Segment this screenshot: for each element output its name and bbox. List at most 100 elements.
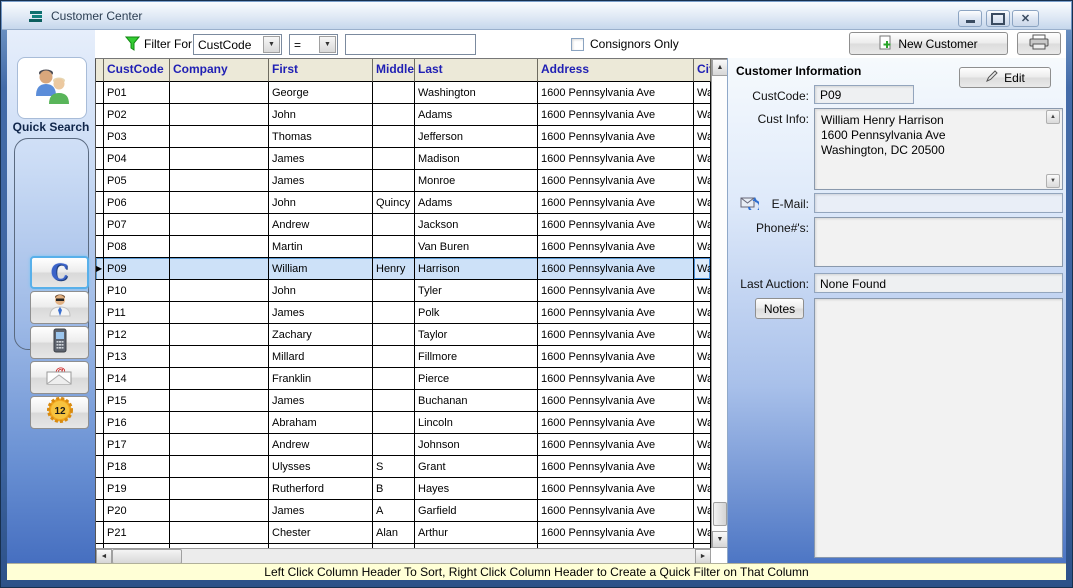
minimize-button[interactable] bbox=[958, 10, 982, 27]
cell-address: 1600 Pennsylvania Ave bbox=[538, 82, 694, 104]
notes-button[interactable]: Notes bbox=[755, 298, 804, 319]
quick-search-email-button[interactable]: @ bbox=[30, 361, 89, 394]
email-field[interactable] bbox=[814, 193, 1063, 213]
horizontal-scrollbar[interactable] bbox=[96, 548, 711, 564]
cell-company bbox=[170, 390, 269, 412]
filter-value-input[interactable] bbox=[345, 34, 476, 55]
table-row-p18[interactable]: P18UlyssesSGrant1600 Pennsylvania AveWas bbox=[96, 456, 727, 478]
row-selector-cell bbox=[96, 126, 104, 148]
table-row-p01[interactable]: P01GeorgeWashington1600 Pennsylvania Ave… bbox=[96, 82, 727, 104]
panel-title: Customer Information bbox=[736, 64, 861, 78]
vertical-scrollbar[interactable] bbox=[711, 59, 728, 548]
custcode-field[interactable]: P09 bbox=[814, 85, 914, 104]
cell-address: 1600 Pennsylvania Ave bbox=[538, 236, 694, 258]
cell-last: Washington bbox=[415, 82, 538, 104]
table-row-p08[interactable]: P08MartinVan Buren1600 Pennsylvania AveW… bbox=[96, 236, 727, 258]
column-header-custcode[interactable]: CustCode bbox=[104, 59, 170, 82]
cell-city: Was bbox=[694, 214, 711, 236]
cell-last: Polk bbox=[415, 302, 538, 324]
cell-last: Tyler bbox=[415, 280, 538, 302]
cell-cust_code: P03 bbox=[104, 126, 170, 148]
cell-cust_code: P16 bbox=[104, 412, 170, 434]
cell-middle: Alan bbox=[373, 522, 415, 544]
table-row-p17[interactable]: P17AndrewJohnson1600 Pennsylvania AveWas bbox=[96, 434, 727, 456]
row-selector-cell bbox=[96, 500, 104, 522]
close-button[interactable] bbox=[1012, 10, 1039, 27]
table-row-p10[interactable]: P10JohnTyler1600 Pennsylvania AveWas bbox=[96, 280, 727, 302]
cell-cust_code: P14 bbox=[104, 368, 170, 390]
quick-search-auction-number-button[interactable]: 12 bbox=[30, 396, 89, 429]
filter-field-dropdown[interactable]: CustCode bbox=[193, 34, 282, 55]
selected-row-marker bbox=[96, 258, 104, 280]
edit-button[interactable]: Edit bbox=[959, 67, 1051, 88]
cell-city: Was bbox=[694, 324, 711, 346]
column-header-middle[interactable]: Middle bbox=[373, 59, 415, 82]
table-row-p09[interactable]: P09WilliamHenryHarrison1600 Pennsylvania… bbox=[96, 258, 727, 280]
cell-first: John bbox=[269, 280, 373, 302]
notes-box[interactable] bbox=[814, 298, 1063, 558]
selector-column-header bbox=[96, 59, 104, 82]
table-row-p20[interactable]: P20JamesAGarfield1600 Pennsylvania AveWa… bbox=[96, 500, 727, 522]
cell-company bbox=[170, 302, 269, 324]
table-row-p15[interactable]: P15JamesBuchanan1600 Pennsylvania AveWas bbox=[96, 390, 727, 412]
scroll-up-arrow-icon[interactable] bbox=[1046, 110, 1060, 124]
table-row-p07[interactable]: P07AndrewJackson1600 Pennsylvania AveWas bbox=[96, 214, 727, 236]
column-header-address[interactable]: Address bbox=[538, 59, 694, 82]
column-header-first[interactable]: First bbox=[269, 59, 373, 82]
table-row-p21[interactable]: P21ChesterAlanArthur1600 Pennsylvania Av… bbox=[96, 522, 727, 544]
table-row-p16[interactable]: P16AbrahamLincoln1600 Pennsylvania AveWa… bbox=[96, 412, 727, 434]
cell-last: Lincoln bbox=[415, 412, 538, 434]
cell-company bbox=[170, 170, 269, 192]
dropdown-arrow-icon[interactable] bbox=[319, 36, 336, 53]
cell-company bbox=[170, 126, 269, 148]
cell-middle bbox=[373, 346, 415, 368]
print-button[interactable] bbox=[1017, 32, 1061, 55]
table-row-p11[interactable]: P11JamesPolk1600 Pennsylvania AveWas bbox=[96, 302, 727, 324]
vertical-scrollbar-thumb[interactable] bbox=[713, 502, 727, 526]
column-header-last[interactable]: Last bbox=[415, 59, 538, 82]
maximize-button[interactable] bbox=[986, 10, 1010, 27]
cell-middle: S bbox=[373, 456, 415, 478]
new-document-plus-icon bbox=[879, 35, 892, 53]
column-header-company[interactable]: Company bbox=[170, 59, 269, 82]
dropdown-arrow-icon[interactable] bbox=[263, 36, 280, 53]
scroll-left-arrow-icon[interactable] bbox=[96, 549, 112, 564]
scroll-down-arrow-icon[interactable] bbox=[1046, 174, 1060, 188]
scroll-up-arrow-icon[interactable] bbox=[712, 59, 728, 76]
cust-info-box[interactable]: William Henry Harrison1600 Pennsylvania … bbox=[814, 108, 1063, 190]
table-row-p14[interactable]: P14FranklinPierce1600 Pennsylvania AveWa… bbox=[96, 368, 727, 390]
cell-first: Thomas bbox=[269, 126, 373, 148]
table-row-p03[interactable]: P03ThomasJefferson1600 Pennsylvania AveW… bbox=[96, 126, 727, 148]
cell-company bbox=[170, 522, 269, 544]
table-row-p05[interactable]: P05JamesMonroe1600 Pennsylvania AveWas bbox=[96, 170, 727, 192]
printer-icon bbox=[1029, 34, 1049, 53]
filter-operator-dropdown[interactable]: = bbox=[289, 34, 338, 55]
horizontal-scrollbar-thumb[interactable] bbox=[112, 549, 182, 564]
filter-for-label: Filter For bbox=[144, 37, 192, 51]
cust-info-scrollbar[interactable] bbox=[1046, 110, 1061, 188]
cell-cust_code: P05 bbox=[104, 170, 170, 192]
table-row-p12[interactable]: P12ZacharyTaylor1600 Pennsylvania AveWas bbox=[96, 324, 727, 346]
consignors-only-checkbox[interactable] bbox=[571, 38, 584, 51]
table-row-p06[interactable]: P06JohnQuincyAdams1600 Pennsylvania AveW… bbox=[96, 192, 727, 214]
table-row-p04[interactable]: P04JamesMadison1600 Pennsylvania AveWas bbox=[96, 148, 727, 170]
customer-information-panel: Customer Information Edit CustCode: P09 … bbox=[727, 58, 1066, 563]
scroll-right-arrow-icon[interactable] bbox=[695, 549, 711, 564]
quick-search-phone-button[interactable] bbox=[30, 326, 89, 359]
table-row-p13[interactable]: P13MillardFillmore1600 Pennsylvania AveW… bbox=[96, 346, 727, 368]
new-customer-button[interactable]: New Customer bbox=[849, 32, 1008, 55]
cell-last: Hayes bbox=[415, 478, 538, 500]
column-header-city[interactable]: City bbox=[694, 59, 711, 82]
table-row-p19[interactable]: P19RutherfordBHayes1600 Pennsylvania Ave… bbox=[96, 478, 727, 500]
scroll-down-arrow-icon[interactable] bbox=[712, 531, 728, 548]
cell-address: 1600 Pennsylvania Ave bbox=[538, 104, 694, 126]
quick-search-name-button[interactable] bbox=[30, 291, 89, 324]
cell-middle bbox=[373, 280, 415, 302]
cell-first: Ulysses bbox=[269, 456, 373, 478]
cell-address: 1600 Pennsylvania Ave bbox=[538, 324, 694, 346]
cell-middle bbox=[373, 82, 415, 104]
phones-box[interactable] bbox=[814, 217, 1063, 267]
table-row-p02[interactable]: P02JohnAdams1600 Pennsylvania AveWas bbox=[96, 104, 727, 126]
quick-search-custcode-button[interactable] bbox=[30, 256, 89, 289]
cell-company bbox=[170, 346, 269, 368]
